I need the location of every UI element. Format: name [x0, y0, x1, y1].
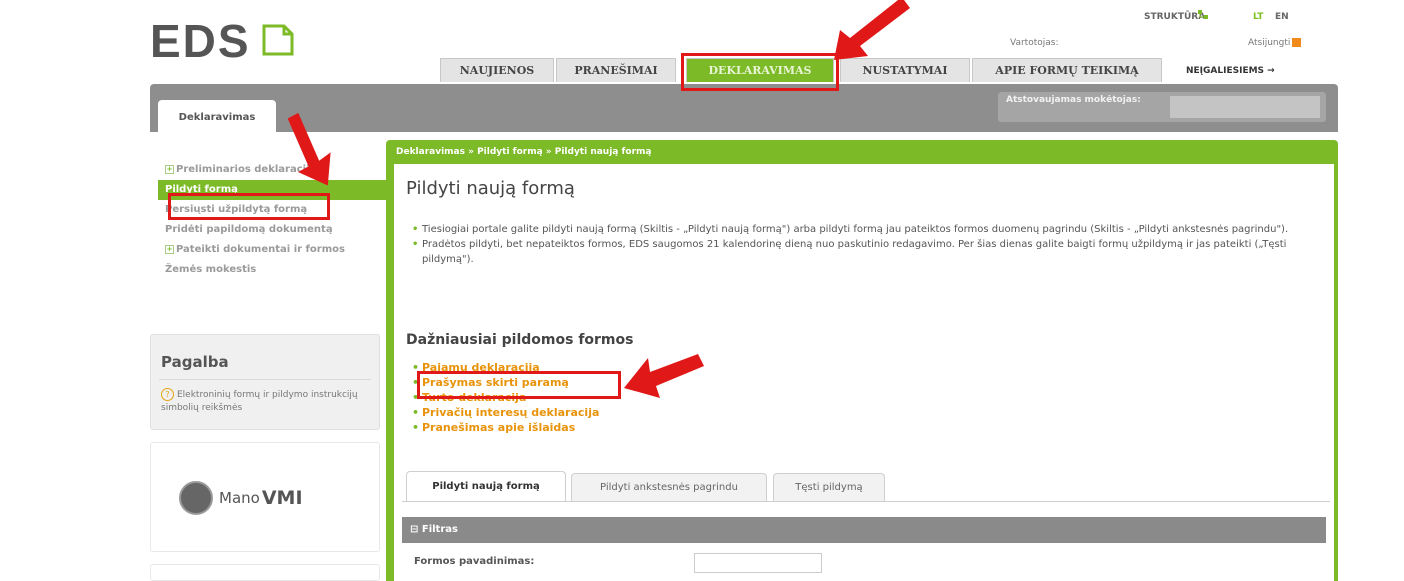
arrow-icon	[624, 354, 704, 398]
question-icon: ?	[161, 388, 174, 401]
tab-pranesimai[interactable]: PRANEŠIMAI	[556, 58, 676, 82]
represented-payer-label: Atstovaujamas mokėtojas:	[1006, 95, 1141, 105]
breadcrumb: Deklaravimas » Pildyti formą » Pildyti n…	[396, 147, 652, 157]
accessibility-link[interactable]: NEĮGALIESIEMS →	[1186, 66, 1275, 76]
arrow-icon	[834, 0, 910, 60]
info-item: Pradėtos pildyti, bet nepateiktos formos…	[412, 237, 1312, 267]
document-icon	[262, 24, 294, 56]
lang-lt[interactable]: LT	[1253, 12, 1263, 22]
subtab-divider	[402, 501, 1330, 502]
page-title: Pildyti naują formą	[406, 178, 575, 199]
sidebar-item-prideti-dokumenta[interactable]: Pridėti papildomą dokumentą	[150, 220, 392, 240]
form-name-label: Formos pavadinimas:	[414, 556, 535, 567]
subtab-testi-pildyma[interactable]: Tęsti pildymą	[773, 473, 885, 501]
frequent-forms-title: Dažniausiai pildomos formos	[406, 332, 634, 348]
expand-icon: +	[165, 164, 174, 174]
expand-icon: +	[165, 244, 174, 254]
help-panel: Pagalba ? Elektroninių formų ir pildymo i…	[150, 334, 380, 430]
sidebar-item-label: Žemės mokestis	[165, 264, 257, 275]
tab-naujienos[interactable]: NAUJIENOS	[440, 58, 554, 82]
help-link[interactable]: ? Elektroninių formų ir pildymo instrukci…	[161, 388, 369, 415]
sidebar-item-zemes-mokestis[interactable]: Žemės mokestis	[150, 260, 392, 280]
represented-payer-select[interactable]	[1170, 96, 1320, 118]
section-tab-deklaravimas[interactable]: Deklaravimas	[158, 100, 276, 134]
filter-bar[interactable]: ⊟ Filtras	[402, 517, 1326, 543]
help-link-label: Elektroninių formų ir pildymo instrukcij…	[161, 390, 358, 413]
subtab-pildyti-nauja[interactable]: Pildyti naują formą	[406, 471, 566, 501]
help-divider	[159, 379, 371, 380]
highlight-box-pildyti-forma	[168, 193, 330, 220]
help-title: Pagalba	[161, 353, 229, 371]
user-label: Vartotojas:	[1010, 38, 1059, 48]
logout-icon	[1292, 38, 1302, 47]
logout-link[interactable]: Atsijungti	[1248, 38, 1302, 48]
form-link-privaciu-interesu[interactable]: Privačių interesų deklaracija	[412, 405, 599, 420]
form-name-input[interactable]	[694, 553, 822, 573]
filter-title: Filtras	[421, 524, 458, 535]
subtab-pildyti-ankstesnes[interactable]: Pildyti ankstesnės pagrindu	[571, 473, 767, 501]
arrow-icon	[287, 112, 331, 186]
sidebar-item-label: Pridėti papildomą dokumentą	[165, 224, 333, 235]
lang-en[interactable]: EN	[1275, 12, 1289, 22]
vmi-logo-text: Mano	[219, 489, 260, 507]
vmi-logo-bold: VMI	[261, 487, 303, 509]
vmi-person-icon	[179, 481, 213, 515]
highlight-box-deklaravimas	[681, 53, 839, 91]
sidebar-banner-2[interactable]	[150, 564, 380, 581]
info-item: Tiesiogiai portale galite pildyti naują …	[412, 222, 1312, 237]
mano-vmi-banner[interactable]: Mano VMI	[150, 442, 380, 552]
sidebar-item-pateikti-dokumentai[interactable]: + Pateikti dokumentai ir formos	[150, 240, 392, 260]
form-link-pranesimas-apie-islaidas[interactable]: Pranešimas apie išlaidas	[412, 420, 599, 435]
tab-apie-formu-teikima[interactable]: APIE FORMŲ TEIKIMĄ	[972, 58, 1162, 82]
sidebar-item-label: Pateikti dokumentai ir formos	[176, 244, 345, 255]
structure-icon	[1198, 10, 1208, 19]
collapse-icon: ⊟	[410, 524, 422, 535]
logout-label: Atsijungti	[1248, 38, 1291, 48]
eds-logo[interactable]: EDS	[150, 18, 251, 64]
highlight-box-prasymas	[417, 371, 621, 399]
info-list: Tiesiogiai portale galite pildyti naują …	[412, 222, 1312, 267]
